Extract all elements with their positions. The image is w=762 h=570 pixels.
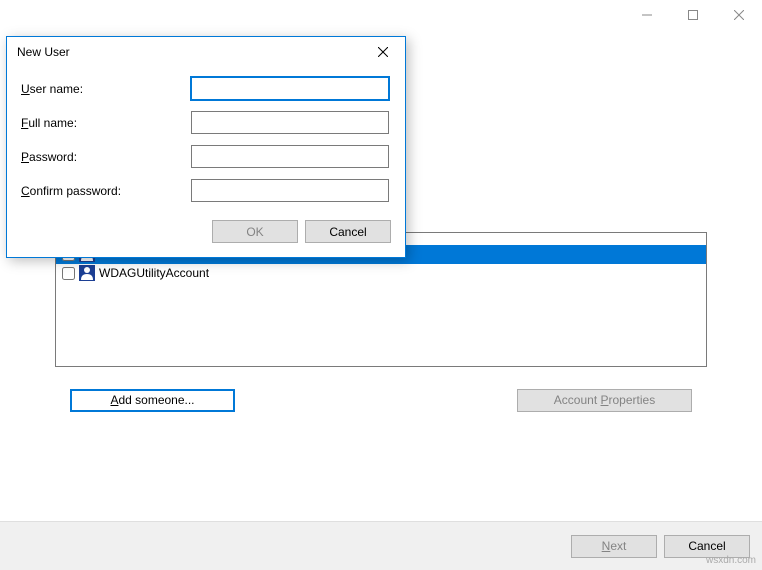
bottom-bar: Next Cancel	[0, 521, 762, 570]
password-label: Password:	[21, 150, 191, 164]
dialog-title: New User	[17, 45, 70, 59]
user-checkbox[interactable]	[62, 267, 75, 280]
dialog-body: User name: Full name: Password: Confirm …	[7, 67, 405, 257]
table-row[interactable]: WDAGUtilityAccount	[56, 264, 706, 283]
confirm-password-label: Confirm password:	[21, 184, 191, 198]
minimize-button[interactable]	[624, 0, 670, 30]
add-someone-button[interactable]: Add someone...	[70, 389, 235, 412]
next-button[interactable]: Next	[571, 535, 657, 558]
main-titlebar	[0, 0, 762, 30]
maximize-button[interactable]	[670, 0, 716, 30]
fullname-input[interactable]	[191, 111, 389, 134]
user-icon	[79, 265, 95, 281]
user-label: WDAGUtilityAccount	[99, 266, 209, 280]
account-properties-button[interactable]: Account Properties	[517, 389, 692, 412]
close-button[interactable]	[716, 0, 762, 30]
fullname-label: Full name:	[21, 116, 191, 130]
dialog-titlebar[interactable]: New User	[7, 37, 405, 67]
action-row: Add someone... Account Properties	[55, 389, 707, 412]
watermark: wsxdn.com	[706, 555, 756, 566]
new-user-dialog: New User User name: Full name: Password:…	[6, 36, 406, 258]
dialog-cancel-button[interactable]: Cancel	[305, 220, 391, 243]
username-label: User name:	[21, 82, 191, 96]
dialog-buttons: OK Cancel	[21, 220, 391, 243]
confirm-password-input[interactable]	[191, 179, 389, 202]
close-icon[interactable]	[360, 37, 405, 67]
username-input[interactable]	[191, 77, 389, 100]
password-input[interactable]	[191, 145, 389, 168]
ok-button[interactable]: OK	[212, 220, 298, 243]
